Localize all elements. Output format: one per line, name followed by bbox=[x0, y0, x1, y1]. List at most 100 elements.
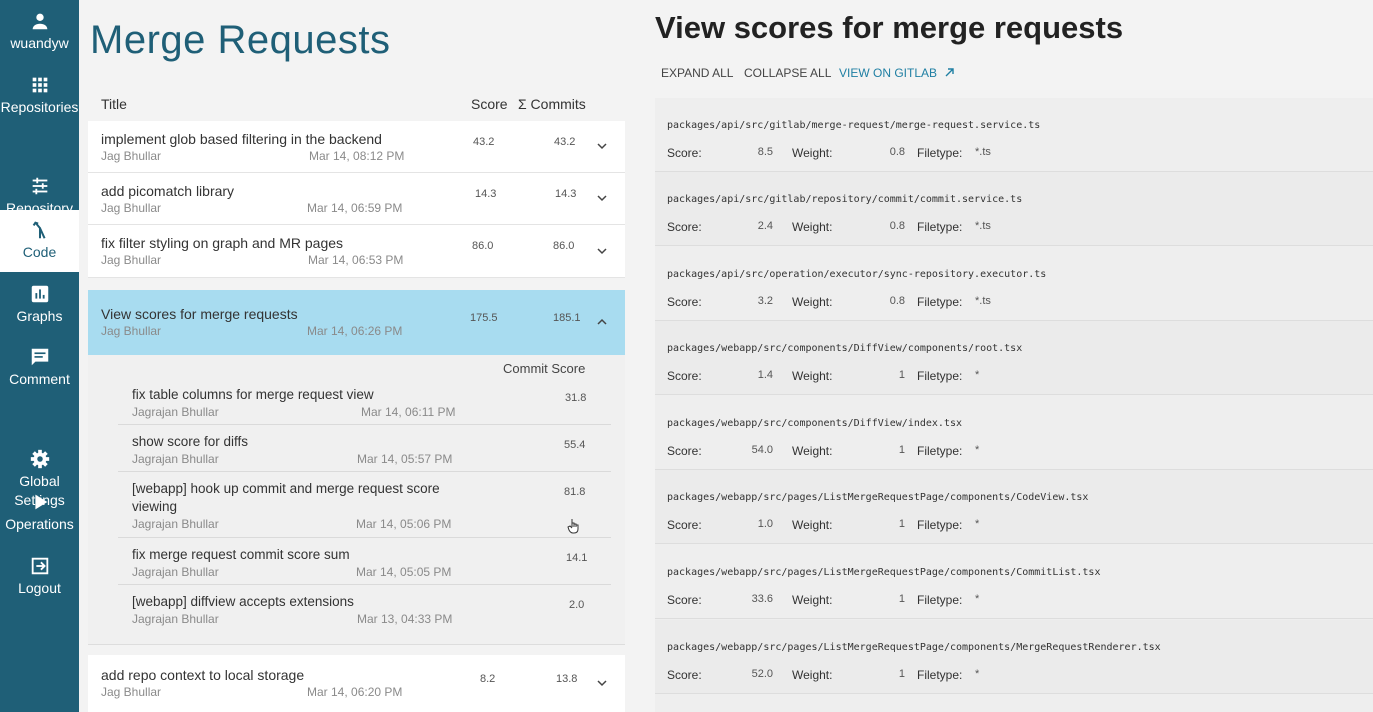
commit-row[interactable]: [webapp] diffview accepts extensions Jag… bbox=[118, 585, 611, 632]
score-value: 3.2 bbox=[757, 295, 773, 307]
commit-date: Mar 14, 06:11 PM bbox=[361, 405, 456, 419]
sidebar-item-label: Graphs bbox=[16, 308, 63, 324]
filetype-value: * bbox=[975, 668, 980, 680]
merge-request-row[interactable]: implement glob based filtering in the ba… bbox=[88, 121, 625, 173]
merge-request-row-selected[interactable]: View scores for merge requests Jag Bhull… bbox=[88, 290, 625, 355]
sidebar-item-graphs[interactable]: Graphs bbox=[0, 283, 79, 326]
commit-row[interactable]: fix table columns for merge request view… bbox=[118, 378, 611, 425]
commit-score: 55.4 bbox=[564, 439, 586, 451]
file-score-card[interactable]: packages/api/src/gitlab/merge-request/me… bbox=[655, 98, 1373, 172]
commit-author: Jagrajan Bhullar bbox=[132, 565, 219, 579]
filetype-value: * bbox=[975, 593, 980, 605]
filetype-value: * bbox=[975, 369, 980, 381]
sidebar-item-label: Logout bbox=[18, 580, 61, 596]
commit-score: 31.8 bbox=[565, 392, 587, 404]
merge-icon bbox=[0, 219, 79, 243]
file-score-card[interactable]: packages/webapp/src/pages/ListMergeReque… bbox=[655, 470, 1373, 544]
filetype-label: Filetype: bbox=[917, 668, 963, 682]
chevron-down-icon[interactable] bbox=[596, 677, 608, 689]
chart-icon bbox=[0, 283, 79, 307]
gear-icon bbox=[0, 429, 79, 469]
file-path: packages/webapp/src/pages/ListMergeReque… bbox=[667, 492, 1089, 503]
merge-request-commits-score: 13.8 bbox=[556, 673, 578, 685]
commit-row[interactable]: [webapp] hook up commit and merge reques… bbox=[118, 472, 611, 538]
score-value: 52.0 bbox=[751, 668, 773, 680]
file-score-card[interactable]: packages/api/src/operation/executor/sync… bbox=[655, 247, 1373, 321]
file-score-card[interactable]: packages/api/src/gitlab/repository/commi… bbox=[655, 172, 1373, 246]
commit-title: fix merge request commit score sum bbox=[132, 547, 350, 562]
sidebar: wuandyw Repositories Repository Setup Co… bbox=[0, 0, 79, 712]
filetype-value: *.ts bbox=[975, 295, 991, 307]
filetype-value: *.ts bbox=[975, 146, 991, 158]
chevron-up-icon[interactable] bbox=[596, 316, 608, 328]
weight-value: 0.8 bbox=[889, 220, 905, 232]
merge-request-author: Jag Bhullar bbox=[101, 201, 162, 215]
merge-request-row[interactable]: fix filter styling on graph and MR pages… bbox=[88, 225, 625, 278]
sidebar-item-code[interactable]: Code bbox=[0, 210, 79, 272]
file-score-card[interactable]: packages/webapp/src/pages/ListMergeReque… bbox=[655, 620, 1373, 694]
score-label: Score: bbox=[667, 146, 702, 160]
sidebar-item-label: Comment bbox=[9, 371, 70, 387]
expand-all-button[interactable]: EXPAND ALL bbox=[661, 66, 733, 80]
merge-request-date: Mar 14, 06:59 PM bbox=[307, 201, 403, 215]
weight-value: 0.8 bbox=[889, 295, 905, 307]
weight-value: 0.8 bbox=[889, 146, 905, 158]
file-score-card[interactable]: packages/webapp/src/pages/ListMergeReque… bbox=[655, 545, 1373, 619]
merge-request-title: add repo context to local storage bbox=[101, 667, 305, 683]
file-score-card[interactable]: packages/webapp/src/components/DiffView/… bbox=[655, 321, 1373, 395]
sidebar-item-logout[interactable]: Logout bbox=[0, 555, 79, 598]
merge-request-score: 86.0 bbox=[472, 240, 494, 252]
score-label: Score: bbox=[667, 593, 702, 607]
detail-title: View scores for merge requests bbox=[655, 10, 1124, 45]
chevron-down-icon[interactable] bbox=[596, 140, 608, 152]
file-score-card[interactable]: packages/webapp/src/components/DiffView/… bbox=[655, 396, 1373, 470]
play-icon bbox=[0, 491, 79, 515]
chevron-down-icon[interactable] bbox=[596, 245, 608, 257]
merge-request-row[interactable]: add repo context to local storage Jag Bh… bbox=[88, 655, 625, 712]
commit-author: Jagrajan Bhullar bbox=[132, 517, 219, 531]
commit-date: Mar 14, 05:57 PM bbox=[357, 452, 453, 466]
weight-label: Weight: bbox=[792, 295, 833, 309]
merge-request-date: Mar 14, 08:12 PM bbox=[309, 149, 405, 163]
merge-request-author: Jag Bhullar bbox=[101, 149, 162, 163]
filetype-label: Filetype: bbox=[917, 146, 963, 160]
view-on-gitlab-link[interactable]: VIEW ON GITLAB bbox=[839, 66, 955, 80]
merge-request-title: View scores for merge requests bbox=[101, 306, 298, 322]
merge-request-date: Mar 14, 06:20 PM bbox=[307, 685, 403, 699]
score-value: 33.6 bbox=[751, 593, 773, 605]
score-value: 54.0 bbox=[751, 444, 773, 456]
logout-icon bbox=[0, 555, 79, 579]
merge-request-score: 14.3 bbox=[475, 188, 497, 200]
merge-request-score: 175.5 bbox=[470, 312, 498, 324]
score-label: Score: bbox=[667, 220, 702, 234]
sidebar-item-comment[interactable]: Comment bbox=[0, 346, 79, 389]
sidebar-item-repositories[interactable]: Repositories bbox=[0, 74, 79, 117]
collapse-all-button[interactable]: COLLAPSE ALL bbox=[744, 66, 831, 80]
weight-label: Weight: bbox=[792, 220, 833, 234]
commit-author: Jagrajan Bhullar bbox=[132, 612, 219, 626]
merge-request-title: fix filter styling on graph and MR pages bbox=[101, 235, 344, 251]
commit-date: Mar 14, 05:05 PM bbox=[356, 565, 452, 579]
merge-request-title: implement glob based filtering in the ba… bbox=[101, 131, 382, 147]
commit-score: 81.8 bbox=[564, 486, 586, 498]
file-path: packages/webapp/src/pages/ListMergeReque… bbox=[667, 567, 1101, 578]
file-scores-list: packages/api/src/gitlab/merge-request/me… bbox=[655, 98, 1373, 712]
commit-row[interactable]: fix merge request commit score sum Jagra… bbox=[118, 538, 611, 585]
view-on-gitlab-label: VIEW ON GITLAB bbox=[839, 66, 938, 80]
grid-icon bbox=[0, 74, 79, 98]
filetype-value: * bbox=[975, 444, 980, 456]
column-header-score: Score bbox=[471, 96, 508, 112]
filetype-label: Filetype: bbox=[917, 369, 963, 383]
weight-value: 1 bbox=[898, 444, 905, 456]
sidebar-item-operations[interactable]: Operations bbox=[0, 491, 79, 534]
weight-label: Weight: bbox=[792, 444, 833, 458]
sidebar-item-user[interactable]: wuandyw bbox=[0, 10, 79, 53]
weight-value: 1 bbox=[898, 668, 905, 680]
weight-value: 1 bbox=[898, 369, 905, 381]
filetype-label: Filetype: bbox=[917, 593, 963, 607]
chevron-down-icon[interactable] bbox=[596, 192, 608, 204]
commit-row[interactable]: show score for diffs Jagrajan Bhullar Ma… bbox=[118, 425, 611, 472]
commit-title: [webapp] hook up commit and merge reques… bbox=[132, 481, 440, 514]
score-label: Score: bbox=[667, 295, 702, 309]
merge-request-row[interactable]: add picomatch library Jag Bhullar Mar 14… bbox=[88, 173, 625, 225]
